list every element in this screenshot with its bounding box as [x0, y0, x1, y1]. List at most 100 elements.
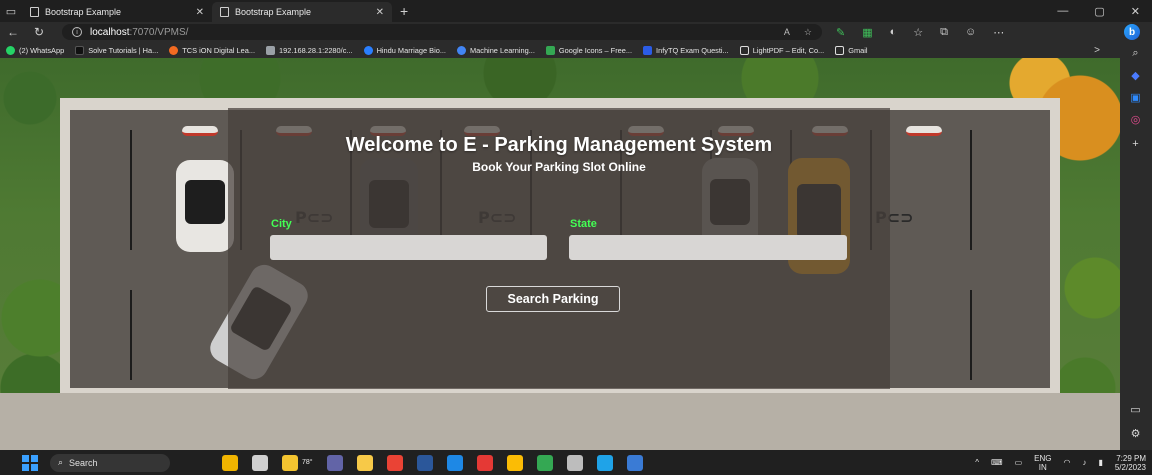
sidewalk [0, 393, 1120, 450]
close-tab-icon[interactable]: ✕ [196, 7, 204, 18]
bookmark-item[interactable]: Solve Tutorials | Ha... [75, 45, 158, 55]
state-label: State [570, 218, 597, 230]
bookmark-item[interactable]: TCS iON Digital Lea... [169, 45, 255, 55]
chevron-up-icon[interactable]: ^ [975, 458, 979, 467]
bookmark-item[interactable]: (2) WhatsApp [6, 45, 64, 55]
sidebar-panel-icon[interactable]: ▭ [1128, 402, 1143, 417]
word-icon[interactable] [416, 454, 433, 471]
page-icon [220, 7, 229, 17]
app-red-icon[interactable] [476, 454, 493, 471]
close-tab-icon[interactable]: ✕ [376, 7, 384, 18]
shopping-icon[interactable]: ◆ [1128, 68, 1143, 83]
outlook-icon[interactable]: ▣ [1128, 90, 1143, 105]
task-view-icon[interactable] [252, 454, 268, 471]
battery-icon[interactable]: ▮ [1098, 458, 1102, 467]
info-icon[interactable]: i [72, 27, 82, 37]
page-icon [835, 45, 845, 55]
bookmark-item[interactable]: Gmail [835, 45, 868, 55]
search-parking-button[interactable]: Search Parking [486, 286, 620, 312]
browser-tab-strip: ▭ Bootstrap Example ✕ Bootstrap Example … [0, 0, 1152, 22]
taskbar-search[interactable]: ⌕ Search [50, 453, 170, 472]
favorites-icon[interactable]: ☆ [913, 26, 923, 39]
minimize-button[interactable]: — [1057, 5, 1068, 18]
collections-icon[interactable]: ⧉ [940, 26, 948, 39]
tab-bootstrap-example-2[interactable]: Bootstrap Example ✕ [212, 2, 392, 22]
sidebar-toggle-icon[interactable]: ▭ [0, 0, 22, 22]
app-teal-icon[interactable] [626, 454, 643, 471]
url-host: localhost [90, 26, 130, 38]
favorite-add-icon[interactable]: ☆ [804, 27, 812, 38]
bing-copilot-icon[interactable]: b [1124, 24, 1140, 40]
gate-barrier [182, 126, 218, 136]
more-bookmarks-chevron-icon[interactable]: > [1094, 45, 1100, 56]
taskbar-apps: 78° [222, 454, 643, 471]
bookmark-icon [363, 45, 373, 55]
windows-start-icon[interactable] [22, 454, 38, 471]
add-icon[interactable]: + [1128, 136, 1143, 151]
gate-barrier [906, 126, 942, 136]
maximize-button[interactable]: ▢ [1094, 5, 1104, 18]
extension-icon[interactable]: ▦ [862, 26, 872, 39]
back-arrow-icon[interactable]: ← [0, 25, 26, 39]
settings-icon[interactable] [566, 454, 583, 471]
extension-icon[interactable]: ✎ [836, 26, 845, 39]
whatsapp-icon [6, 45, 15, 55]
file-explorer-icon[interactable] [356, 454, 373, 471]
office-icon[interactable]: ◎ [1128, 112, 1143, 127]
volume-icon[interactable]: ♪ [1082, 458, 1086, 467]
chrome-icon[interactable] [386, 454, 403, 471]
state-input[interactable] [569, 235, 847, 260]
city-label: City [271, 218, 292, 230]
profile-icon[interactable]: ☺ [965, 26, 976, 39]
bookmark-icon [75, 45, 85, 55]
page-icon [30, 7, 39, 17]
taskbar-search-label: Search [69, 457, 98, 468]
widgets-icon[interactable] [222, 454, 238, 471]
bookmark-icon [266, 45, 275, 55]
settings-gear-icon[interactable]: ⚙ [1128, 426, 1143, 441]
teams-icon[interactable] [326, 454, 343, 471]
google-icon [456, 45, 466, 55]
clock[interactable]: 7:29 PM 5/2/2023 [1115, 454, 1146, 472]
bookmark-item[interactable]: Machine Learning... [456, 45, 535, 55]
clock-time: 7:29 PM [1116, 453, 1146, 463]
bookmark-icon [643, 45, 653, 55]
url-path: :7070/VPMS/ [129, 26, 189, 38]
windows-taskbar: ⌕ Search 78° ^ ⌨ ▭ ENG IN ◠ ♪ ▮ 7:29 PM … [0, 450, 1152, 475]
keyboard-icon[interactable]: ⌨ [991, 458, 1003, 467]
edge-sidebar: ⌕ ◆ ▣ ◎ + ▭ ⚙ [1120, 42, 1152, 450]
new-tab-button[interactable]: + [400, 3, 408, 19]
bookmark-item[interactable]: LightPDF – Edit, Co... [739, 45, 824, 55]
chrome-2-icon[interactable] [506, 454, 523, 471]
bookmark-item[interactable]: Hindu Marriage Bio... [363, 45, 446, 55]
search-icon: ⌕ [58, 457, 64, 467]
more-menu-icon[interactable]: ⋯ [993, 26, 1004, 39]
city-input[interactable] [270, 235, 547, 260]
wifi-icon[interactable]: ◠ [1063, 458, 1070, 467]
read-aloud-icon[interactable]: A [784, 27, 790, 38]
language-indicator[interactable]: ENG IN [1034, 454, 1051, 472]
parked-car [176, 160, 234, 252]
app-blue-icon[interactable] [446, 454, 463, 471]
bookmark-item[interactable]: InfyTQ Exam Questi... [643, 45, 729, 55]
display-icon[interactable]: ▭ [1015, 458, 1023, 467]
page-subtitle: Book Your Parking Slot Online [472, 160, 646, 174]
language-code: ENG [1034, 453, 1052, 463]
chrome-3-icon[interactable] [536, 454, 553, 471]
address-bar-row: ← ↻ i localhost :7070/VPMS/ A ☆ ✎ ▦ ◐ ☆ … [0, 22, 1152, 42]
system-tray: ^ ⌨ ▭ ENG IN ◠ ♪ ▮ 7:29 PM 5/2/2023 [975, 454, 1152, 472]
refresh-icon[interactable]: ↻ [26, 25, 52, 39]
region-code: IN [1038, 462, 1047, 472]
bookmark-item[interactable]: 192.168.28.1:2280/c... [266, 45, 353, 55]
search-icon[interactable]: ⌕ [1128, 46, 1143, 61]
split-screen-icon[interactable]: ◐ [890, 26, 897, 39]
url-input[interactable]: i localhost :7070/VPMS/ A ☆ [62, 24, 822, 40]
edge-icon[interactable] [596, 454, 613, 471]
bookmark-item[interactable]: Google Icons – Free... [545, 45, 632, 55]
close-window-button[interactable]: ✕ [1131, 5, 1140, 18]
bookmark-icon [169, 45, 179, 55]
tab-bootstrap-example-1[interactable]: Bootstrap Example ✕ [22, 2, 212, 22]
bookmark-icon [545, 45, 555, 55]
weather-icon[interactable] [282, 454, 298, 471]
screen: ▭ Bootstrap Example ✕ Bootstrap Example … [0, 0, 1152, 475]
